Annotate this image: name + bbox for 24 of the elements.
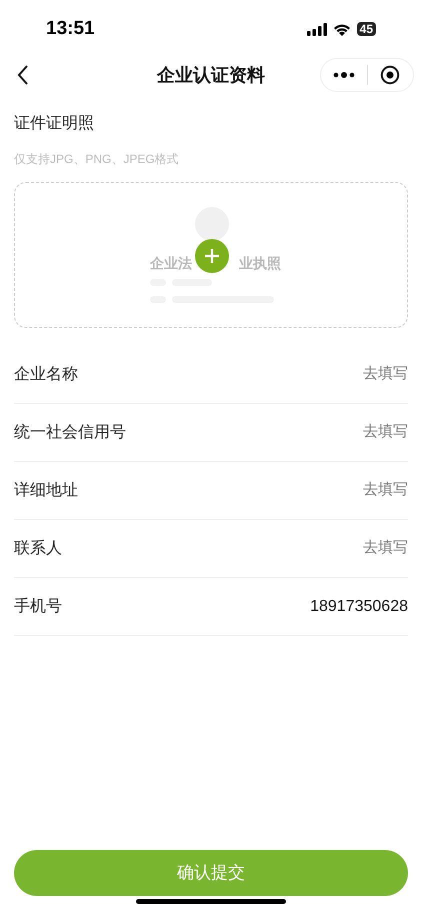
page-title: 企业认证资料 <box>157 64 265 86</box>
field-label: 详细地址 <box>14 480 78 500</box>
sample-avatar-icon <box>195 207 229 241</box>
submit-button[interactable]: 确认提交 <box>14 850 408 896</box>
more-icon[interactable] <box>333 72 355 78</box>
field-value[interactable]: 去填写 <box>363 363 408 386</box>
field-value[interactable]: 去填写 <box>363 537 408 560</box>
sample-text: 企业法 <box>150 254 192 273</box>
field-label: 统一社会信用号 <box>14 422 126 442</box>
add-icon[interactable] <box>195 239 229 273</box>
status-time: 13:51 <box>46 16 95 41</box>
field-value[interactable]: 去填写 <box>363 421 408 444</box>
signal-icon <box>306 22 327 36</box>
battery-icon: 45 <box>356 22 376 36</box>
upload-label: 证件证明照 <box>14 114 95 134</box>
field-value[interactable]: 18917350628 <box>310 594 408 618</box>
field-label: 企业名称 <box>14 364 78 384</box>
field-value[interactable]: 去填写 <box>363 479 408 502</box>
format-hint: 仅支持JPG、PNG、JPEG格式 <box>14 151 180 168</box>
back-icon[interactable] <box>16 64 30 86</box>
field-label: 联系人 <box>14 538 62 558</box>
field-label: 手机号 <box>14 596 62 616</box>
wifi-icon <box>332 22 351 36</box>
sample-text: 业执照 <box>239 254 281 273</box>
